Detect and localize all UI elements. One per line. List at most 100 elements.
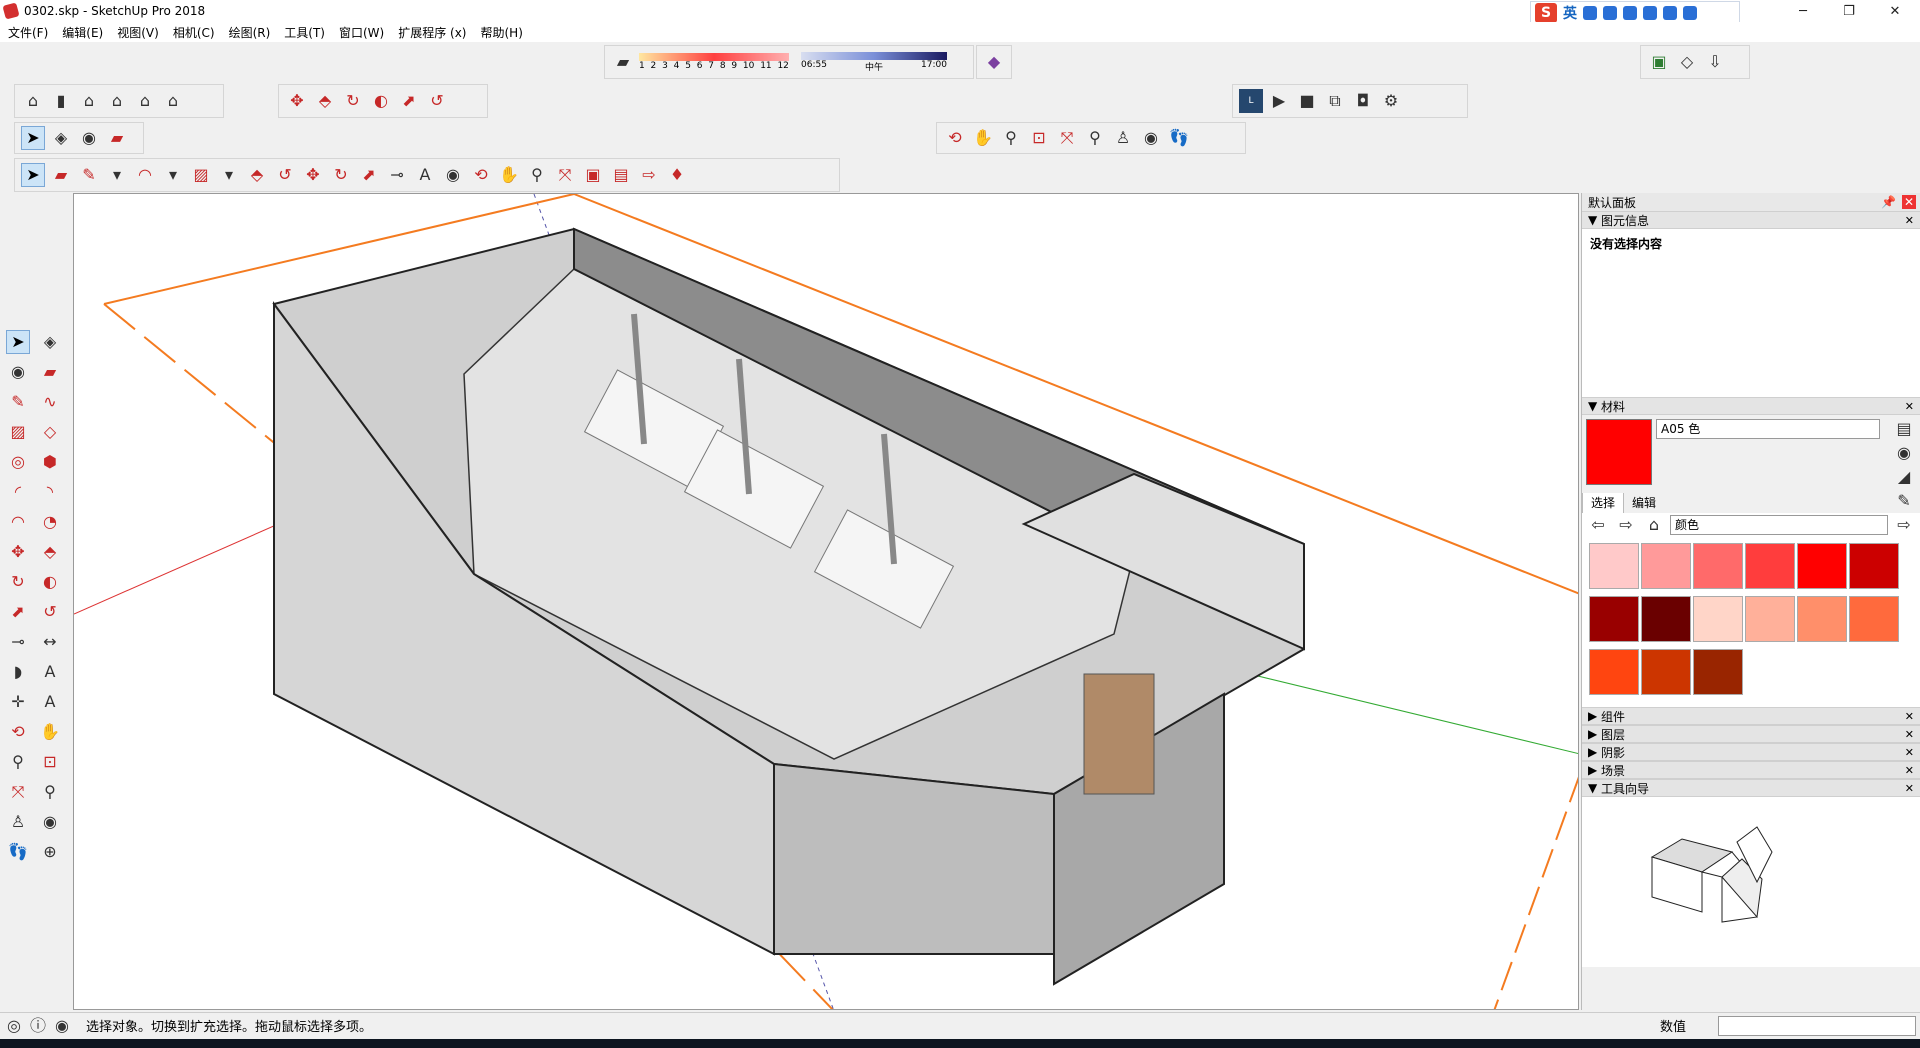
month-slider[interactable]: 1 2 3 4 5 6 7 8 9 10 11 12 (639, 53, 789, 71)
entity-info-close-icon[interactable]: ✕ (1905, 214, 1914, 227)
arc-tool-icon[interactable]: ◠ (133, 163, 157, 187)
color-swatch[interactable] (1797, 543, 1847, 589)
shadows-header[interactable]: ▶ 阴影 ✕ (1582, 743, 1920, 761)
look-around-icon[interactable]: ◉ (1139, 126, 1163, 150)
rectangle-icon[interactable]: ▨ (6, 420, 30, 444)
color-swatch[interactable] (1693, 649, 1743, 695)
share-component-icon[interactable]: ▤ (609, 163, 633, 187)
orbit-tool-icon[interactable]: ⟲ (469, 163, 493, 187)
materials-close-icon[interactable]: ✕ (1905, 400, 1914, 413)
chevron-down-icon[interactable]: ▾ (217, 163, 241, 187)
zoom-tool-icon[interactable]: ⚲ (525, 163, 549, 187)
color-swatch[interactable] (1589, 543, 1639, 589)
lumion-logo-icon[interactable]: L (1239, 89, 1263, 113)
sample-paint-icon[interactable]: ◢ (1892, 465, 1916, 489)
skin-icon[interactable] (1663, 6, 1677, 20)
close-button[interactable]: ✕ (1872, 0, 1918, 22)
zoom-window-icon[interactable]: ⊡ (1027, 126, 1051, 150)
section-plane-icon[interactable]: ⊕ (38, 840, 62, 864)
3d-text-icon[interactable]: A (38, 690, 62, 714)
offset-icon[interactable]: ↺ (38, 600, 62, 624)
rotate-icon[interactable]: ↻ (341, 89, 365, 113)
layers-header[interactable]: ▶ 图层 ✕ (1582, 725, 1920, 743)
share-model-icon[interactable]: ◇ (1675, 50, 1699, 74)
section-plane-icon[interactable]: ◆ (983, 50, 1005, 74)
pin-icon[interactable]: 📌 (1881, 195, 1896, 209)
measurements-input[interactable] (1718, 1015, 1916, 1036)
components-header[interactable]: ▶ 组件 ✕ (1582, 707, 1920, 725)
shadows-close-icon[interactable]: ✕ (1905, 746, 1914, 759)
minimize-button[interactable]: ─ (1780, 0, 1826, 22)
color-swatch[interactable] (1589, 596, 1639, 642)
make-component-icon[interactable]: ◈ (49, 126, 73, 150)
eraser-tool-icon[interactable]: ▰ (49, 163, 73, 187)
push-pull-icon[interactable]: ⬘ (38, 540, 62, 564)
library-select[interactable]: 颜色 (1670, 515, 1888, 535)
menu-window[interactable]: 窗口(W) (339, 24, 384, 41)
two-point-arc-icon[interactable]: ◝ (38, 480, 62, 504)
menu-extensions[interactable]: 扩展程序 (x) (398, 24, 466, 41)
rotate-tool-icon[interactable]: ↻ (329, 163, 353, 187)
stop-icon[interactable]: ■ (1295, 89, 1319, 113)
color-swatch[interactable] (1641, 543, 1691, 589)
user-icon[interactable]: ◉ (50, 1014, 74, 1038)
export-icon[interactable]: ⧉ (1323, 89, 1347, 113)
zoom-extents-icon[interactable]: ⤧ (1055, 126, 1079, 150)
line-icon[interactable]: ✎ (6, 390, 30, 414)
menu-edit[interactable]: 编辑(E) (62, 24, 103, 41)
scale-icon[interactable]: ⬈ (397, 89, 421, 113)
geo-location-icon[interactable]: ◎ (2, 1014, 26, 1038)
color-swatch[interactable] (1849, 596, 1899, 642)
microphone-icon[interactable] (1623, 6, 1637, 20)
time-slider[interactable]: 06:55 中午 17:00 (801, 51, 947, 73)
settings-gear-icon[interactable]: ⚙ (1379, 89, 1403, 113)
upload-icon[interactable]: ⇨ (637, 163, 661, 187)
rectangle-tool-icon[interactable]: ▨ (189, 163, 213, 187)
position-camera-icon[interactable]: ♙ (6, 810, 30, 834)
paint-bucket-icon[interactable]: ◉ (6, 360, 30, 384)
iso-view-icon[interactable]: ⌂ (21, 89, 45, 113)
extension-warehouse-icon[interactable]: ⇩ (1703, 50, 1727, 74)
chevron-down-icon[interactable]: ▾ (105, 163, 129, 187)
three-point-arc-icon[interactable]: ◠ (6, 510, 30, 534)
ime-mode[interactable]: 英 (1563, 3, 1577, 23)
eraser-icon[interactable]: ▰ (38, 360, 62, 384)
right-view-icon[interactable]: ⌂ (105, 89, 129, 113)
scale-tool-icon[interactable]: ⬈ (357, 163, 381, 187)
home-icon[interactable]: ⌂ (1642, 513, 1666, 537)
dimension-icon[interactable]: ↔ (38, 630, 62, 654)
color-swatch[interactable] (1589, 649, 1639, 695)
pan-icon[interactable]: ✋ (38, 720, 62, 744)
shadow-toggle-icon[interactable]: ▰ (611, 50, 635, 74)
default-material-icon[interactable]: ◉ (1892, 441, 1916, 465)
freehand-icon[interactable]: ∿ (38, 390, 62, 414)
components-close-icon[interactable]: ✕ (1905, 710, 1914, 723)
menu-help[interactable]: 帮助(H) (480, 24, 522, 41)
protractor-icon[interactable]: ◗ (6, 660, 30, 684)
tab-select[interactable]: 选择 (1582, 491, 1625, 513)
color-swatch[interactable] (1641, 596, 1691, 642)
material-name-input[interactable]: A05 色 (1656, 419, 1880, 439)
follow-me-icon[interactable]: ◐ (369, 89, 393, 113)
look-around-icon[interactable]: ◉ (38, 810, 62, 834)
pan-tool-icon[interactable]: ✋ (497, 163, 521, 187)
move-icon[interactable]: ✥ (285, 89, 309, 113)
model-viewport[interactable] (73, 193, 1579, 1010)
camera-icon[interactable]: ◘ (1351, 89, 1375, 113)
menu-camera[interactable]: 相机(C) (173, 24, 215, 41)
circle-icon[interactable]: ◎ (6, 450, 30, 474)
color-swatch[interactable] (1745, 543, 1795, 589)
play-icon[interactable]: ▶ (1267, 89, 1291, 113)
create-material-icon[interactable]: ▤ (1892, 417, 1916, 441)
axes-icon[interactable]: ✛ (6, 690, 30, 714)
color-swatch[interactable] (1693, 596, 1743, 642)
push-pull-icon[interactable]: ⬘ (313, 89, 337, 113)
scale-icon[interactable]: ⬈ (6, 600, 30, 624)
materials-header[interactable]: ▼ 材料 ✕ (1582, 397, 1920, 415)
orbit-icon[interactable]: ⟲ (943, 126, 967, 150)
emoji-icon[interactable] (1603, 6, 1617, 20)
color-swatch[interactable] (1693, 543, 1743, 589)
menu-view[interactable]: 视图(V) (117, 24, 159, 41)
offset-icon[interactable]: ↺ (425, 89, 449, 113)
toolbox-icon[interactable] (1683, 6, 1697, 20)
